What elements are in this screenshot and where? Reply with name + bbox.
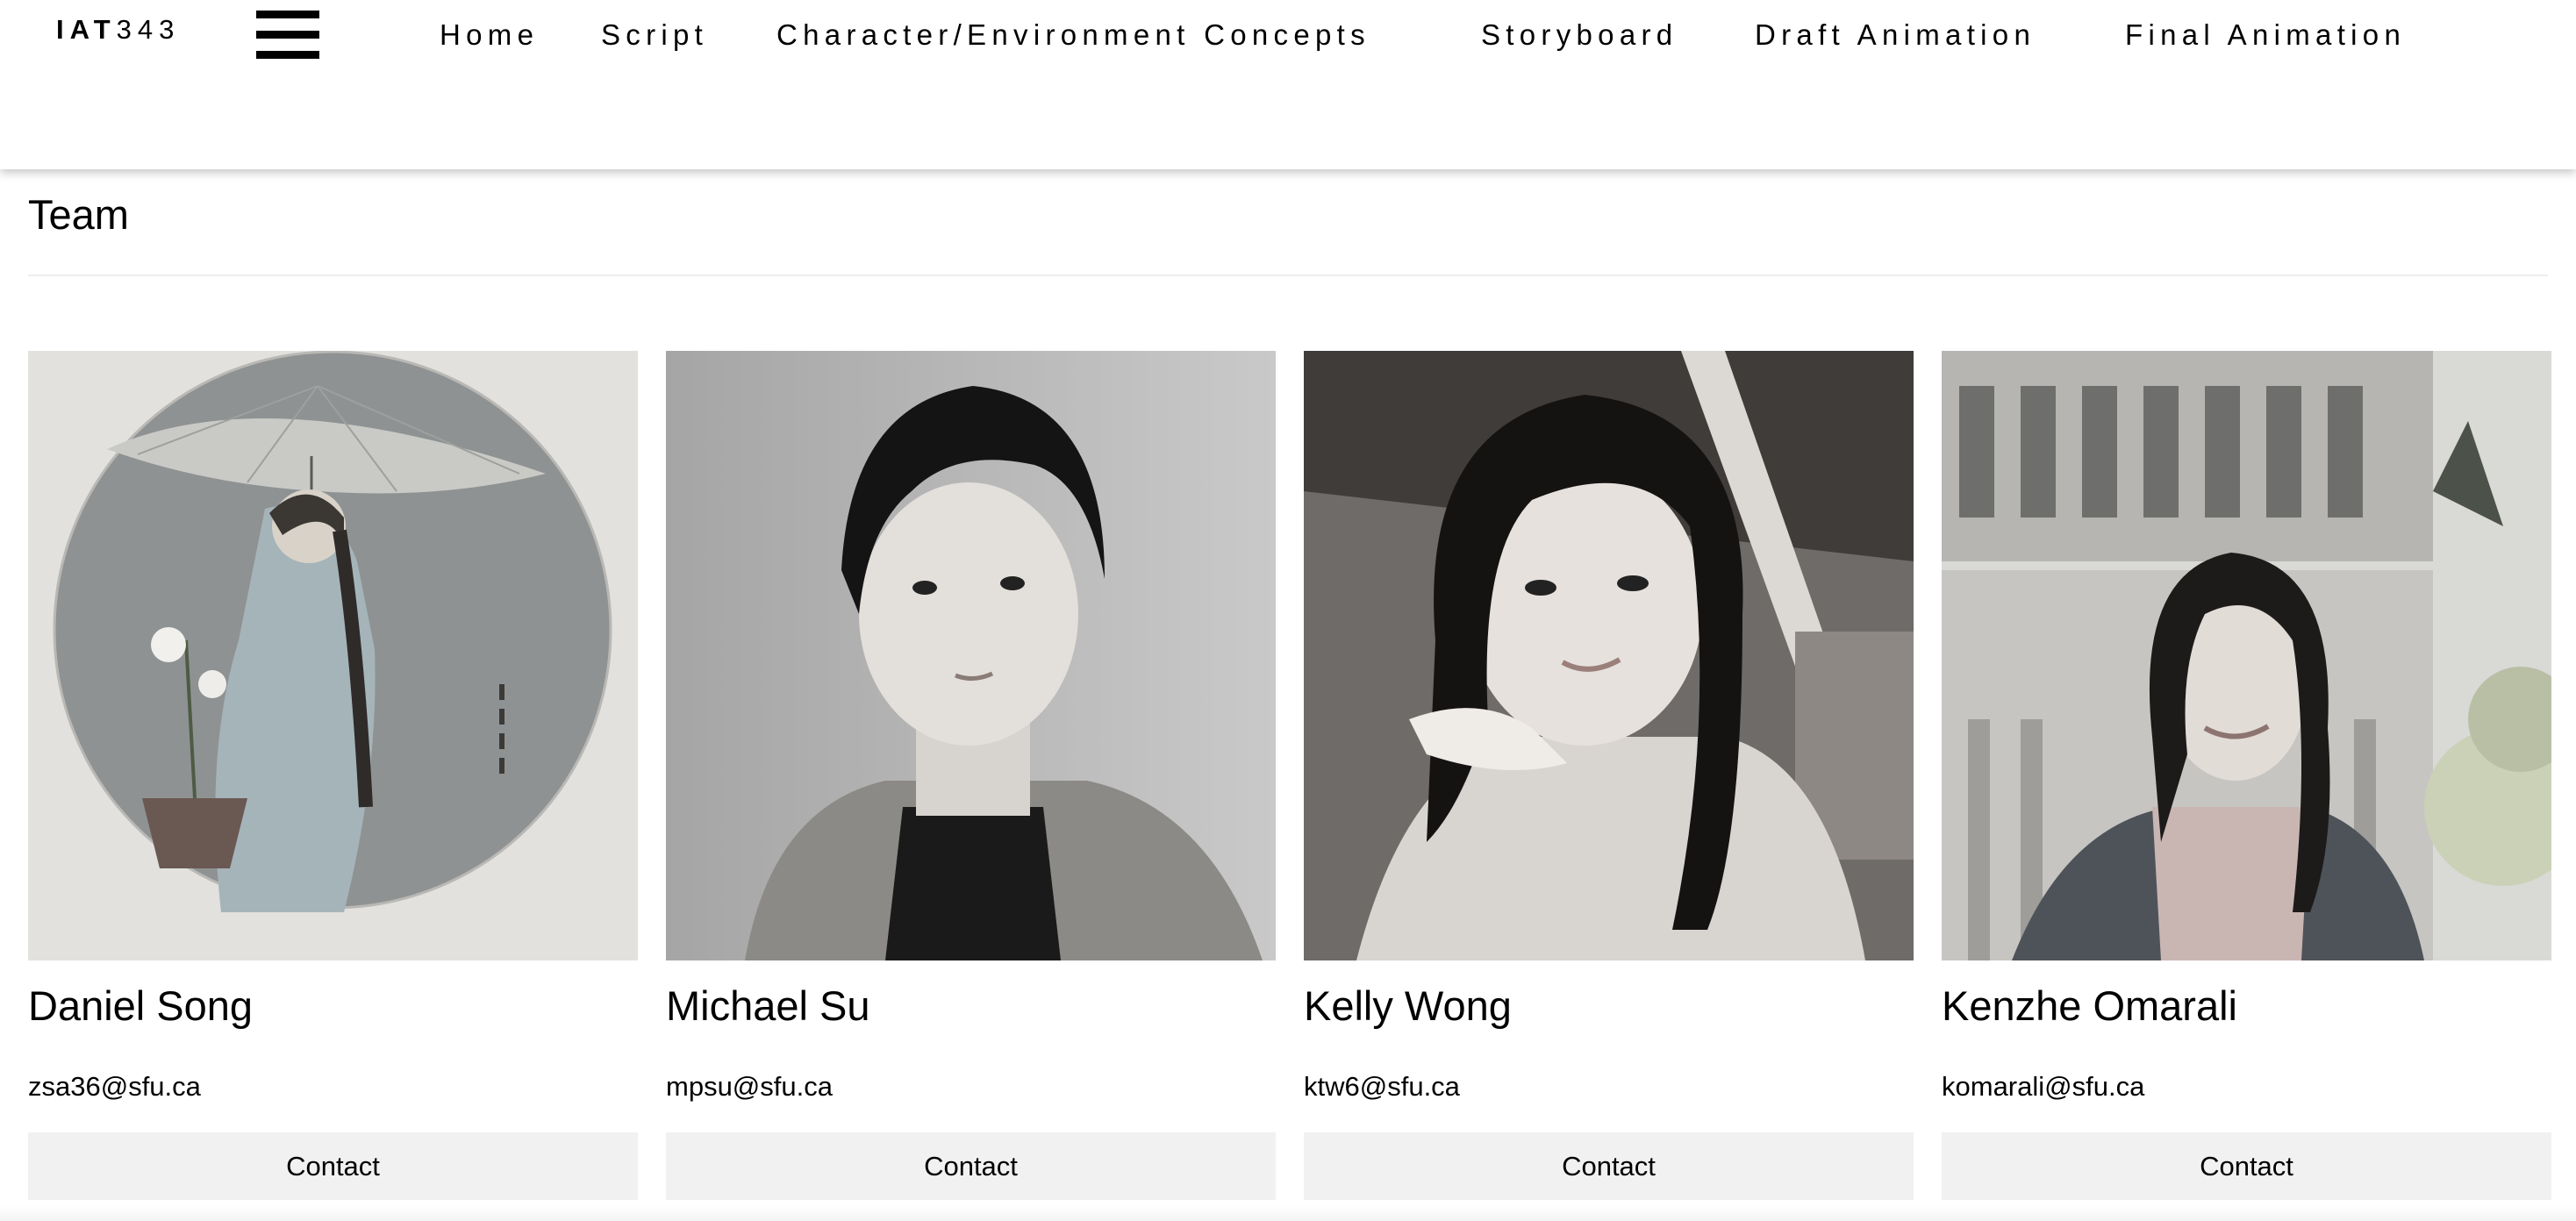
nav-link-storyboard[interactable]: Storyboard [1481, 16, 1678, 54]
member-photo [666, 351, 1276, 960]
page-title: Team [28, 191, 129, 238]
brand-bold-text: IAT [56, 14, 117, 45]
hamburger-menu-icon[interactable] [256, 11, 319, 60]
contact-button[interactable]: Contact [1304, 1132, 1914, 1200]
member-name: Kenzhe Omarali [1942, 982, 2237, 1029]
top-navigation-bar: IAT343 Home Script Character/Environment… [0, 0, 2576, 169]
member-name: Michael Su [666, 982, 870, 1029]
member-email: ktw6@sfu.ca [1304, 1071, 1460, 1102]
member-photo [1942, 351, 2551, 960]
team-member-card: Michael Su mpsu@sfu.ca Contact [666, 351, 1276, 1202]
nav-link-draft-animation[interactable]: Draft Animation [1755, 16, 2036, 54]
member-name: Kelly Wong [1304, 982, 1512, 1029]
member-email: mpsu@sfu.ca [666, 1071, 833, 1102]
site-logo[interactable]: IAT343 [56, 12, 180, 47]
menu-bar [256, 51, 319, 59]
member-photo [28, 351, 638, 960]
nav-link-final-animation[interactable]: Final Animation [2125, 16, 2406, 54]
nav-link-concepts[interactable]: Character/Environment Concepts [776, 16, 1370, 54]
member-email: komarali@sfu.ca [1942, 1071, 2145, 1102]
nav-link-home[interactable]: Home [440, 16, 539, 54]
team-member-card: Kenzhe Omarali komarali@sfu.ca Contact [1942, 351, 2551, 1202]
contact-button[interactable]: Contact [666, 1132, 1276, 1200]
member-photo [1304, 351, 1914, 960]
member-name: Daniel Song [28, 982, 254, 1029]
page-bottom-edge [0, 1205, 2576, 1221]
menu-bar [256, 11, 319, 18]
nav-link-script[interactable]: Script [601, 16, 708, 54]
menu-bar [256, 31, 319, 39]
section-divider [28, 275, 2548, 276]
contact-button[interactable]: Contact [1942, 1132, 2551, 1200]
team-member-card: Kelly Wong ktw6@sfu.ca Contact [1304, 351, 1914, 1202]
contact-button[interactable]: Contact [28, 1132, 638, 1200]
member-email: zsa36@sfu.ca [28, 1071, 201, 1102]
brand-light-text: 343 [116, 14, 181, 45]
team-member-card: Daniel Song zsa36@sfu.ca Contact [28, 351, 638, 1202]
